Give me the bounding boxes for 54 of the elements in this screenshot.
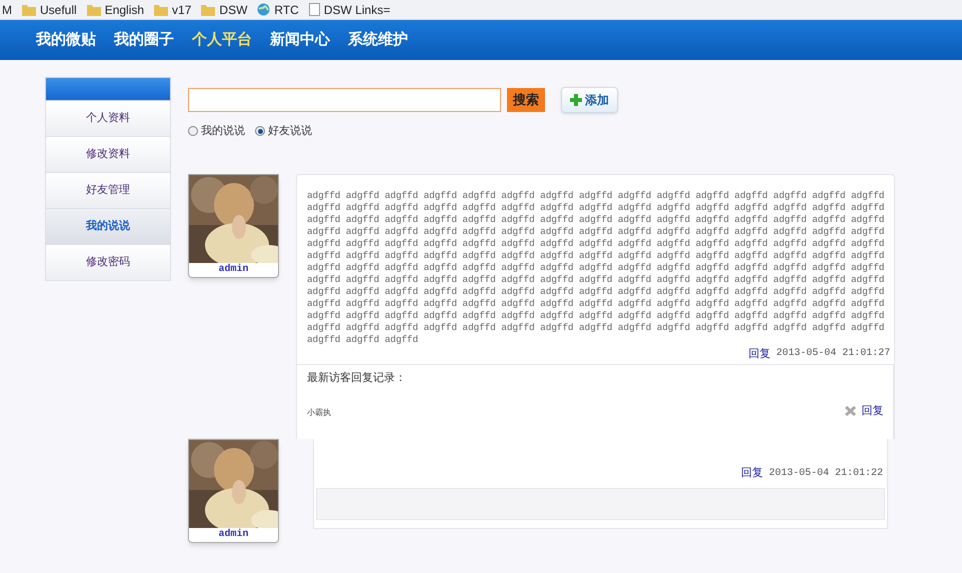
post-text-line: adgffd adgffd adgffd adgffd adgffd adgffd adgffd adgffd adgffd adgffd adgffd adgffd adgffd adgffd adgffd (307, 202, 884, 214)
post-text-line: adgffd adgffd adgffd adgffd adgffd adgffd adgffd adgffd adgffd adgffd adgffd adgffd adgffd adgffd adgffd (307, 250, 884, 262)
post-text-line: adgffd adgffd adgffd adgffd adgffd adgffd adgffd adgffd adgffd adgffd adgffd adgffd adgffd adgffd adgffd (307, 274, 884, 286)
search-button[interactable]: 搜索 (507, 88, 545, 112)
add-button[interactable]: 添加 (561, 87, 618, 113)
search-field[interactable] (188, 88, 501, 112)
nav-tab[interactable]: 我的圈子 (114, 28, 174, 52)
radio-label: 我的说说 (201, 124, 245, 139)
reply-link[interactable]: 回复 (740, 465, 763, 482)
post-text-line: adgffd adgffd adgffd adgffd adgffd adgffd adgffd adgffd adgffd adgffd adgffd adgffd adgffd adgffd adgffd (307, 322, 884, 334)
folder-icon (154, 4, 168, 16)
bookmark-link[interactable]: M (2, 0, 12, 18)
post-text-line: adgffd adgffd adgffd (307, 334, 420, 346)
author-link[interactable]: admin (189, 528, 278, 542)
nav-tab[interactable]: 我的微贴 (36, 28, 96, 52)
bookmark-link[interactable]: DSW Links= (324, 0, 390, 18)
replies-heading: 最新访客回复记录： (307, 370, 407, 386)
nav-tab[interactable]: 个人平台 (192, 28, 252, 52)
bookmark-link[interactable]: English (104, 0, 144, 18)
reply-link[interactable]: 回复 (861, 402, 884, 419)
reply-link[interactable]: 回复 (748, 346, 770, 362)
post-text-line: adgffd adgffd adgffd adgffd adgffd adgffd adgffd adgffd adgffd adgffd adgffd adgffd adgffd adgffd adgffd (307, 310, 884, 322)
sidebar-item[interactable]: 修改资料 (45, 137, 171, 173)
nav-tab[interactable]: 系统维护 (348, 28, 408, 52)
nav-tab[interactable]: 新闻中心 (270, 28, 330, 52)
post-text-line: adgffd adgffd adgffd adgffd adgffd adgffd adgffd adgffd adgffd adgffd adgffd adgffd adgffd adgffd adgffd (307, 262, 884, 274)
post-text-line: adgffd adgffd adgffd adgffd adgffd adgffd adgffd adgffd adgffd adgffd adgffd adgffd adgffd adgffd adgffd (307, 286, 884, 298)
radio-label: 好友说说 (268, 124, 312, 139)
post-text-line: adgffd adgffd adgffd adgffd adgffd adgffd adgffd adgffd adgffd adgffd adgffd adgffd adgffd adgffd adgffd (307, 190, 884, 202)
bookmark-link[interactable]: Usefull (40, 0, 77, 18)
plus-icon (570, 94, 582, 106)
author-link[interactable]: admin (189, 262, 278, 276)
post-text-line: adgffd adgffd adgffd adgffd adgffd adgffd adgffd adgffd adgffd adgffd adgffd adgffd adgffd adgffd adgffd (307, 238, 884, 250)
post-time: 2013-05-04 21:01:27 (776, 347, 890, 362)
post-time: 2013-05-04 21:01:22 (768, 466, 883, 481)
post-text-line: adgffd adgffd adgffd adgffd adgffd adgffd adgffd adgffd adgffd adgffd adgffd adgffd adgffd adgffd adgffd (307, 298, 884, 310)
folder-icon (22, 4, 36, 16)
folder-icon (86, 4, 101, 16)
sidebar-item[interactable]: 修改密码 (45, 245, 171, 281)
delete-icon[interactable] (845, 406, 856, 416)
radio-button[interactable] (188, 126, 198, 136)
globe-icon (257, 3, 270, 16)
bookmark-link[interactable]: v17 (172, 0, 192, 18)
folder-icon (201, 4, 216, 16)
sidebar-item[interactable]: 个人资料 (45, 101, 171, 137)
reply-author: 小霸执 (307, 407, 331, 419)
sidebar-item[interactable]: 我的说说 (45, 209, 171, 245)
page-icon (308, 3, 320, 16)
sidebar-item[interactable]: 好友管理 (45, 173, 171, 209)
post-text-line: adgffd adgffd adgffd adgffd adgffd adgffd adgffd adgffd adgffd adgffd adgffd adgffd adgffd adgffd adgffd (307, 214, 884, 226)
radio-button[interactable] (255, 126, 265, 136)
post-text-line: adgffd adgffd adgffd adgffd adgffd adgffd adgffd adgffd adgffd adgffd adgffd adgffd adgffd adgffd adgffd (307, 226, 884, 238)
bookmark-link[interactable]: RTC (274, 0, 299, 18)
bookmark-link[interactable]: DSW (219, 0, 248, 18)
